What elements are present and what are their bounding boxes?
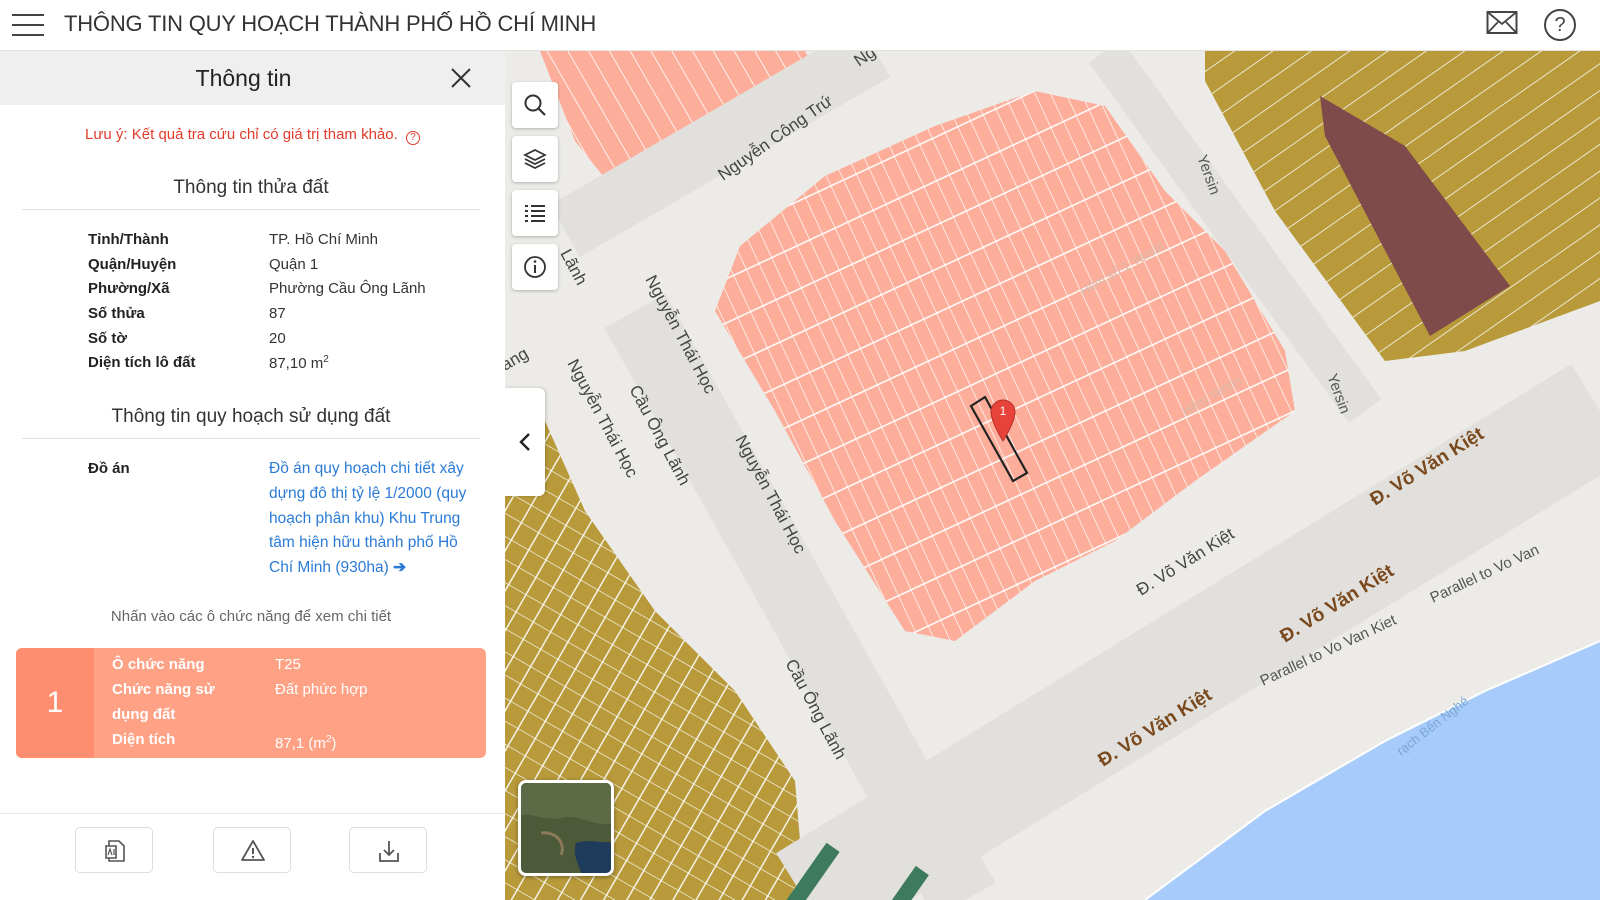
street-label: Yersin — [1193, 153, 1223, 197]
map-labels: Nguyễn Công Trứ Ng Nguyễn Thái Học Nguyễ… — [505, 51, 1542, 771]
function-area-close: ) — [331, 735, 337, 752]
street-label: Đ. Võ Văn Kiệt — [1367, 423, 1489, 510]
divider — [22, 438, 480, 439]
street-label: Đ. Võ Văn Kiệt — [1095, 684, 1217, 771]
location-marker[interactable]: 1 — [989, 398, 1017, 442]
info-panel: Thông tin Lưu ý: Kết quả tra cứu chỉ có … — [0, 51, 505, 900]
function-cell-card[interactable]: 1 Ô chức năng T25 Chức năng sử dụng đất … — [16, 648, 486, 758]
collapse-panel-button[interactable] — [505, 388, 545, 496]
question-circle-icon[interactable]: ? — [405, 131, 420, 145]
menu-icon[interactable] — [12, 12, 44, 38]
ward-value: Phường Cầu Ông Lãnh — [269, 280, 426, 297]
app-title: THÔNG TIN QUY HOẠCH THÀNH PHỐ HỒ CHÍ MIN… — [64, 11, 597, 36]
panel-footer — [0, 813, 505, 900]
pdf-file-icon — [105, 840, 125, 862]
panel-title: Thông tin — [195, 65, 292, 91]
district-value: Quận 1 — [269, 256, 319, 273]
help-button[interactable]: ? — [1544, 9, 1576, 41]
street-label: ang — [505, 344, 532, 375]
info-icon — [524, 256, 546, 278]
map-legend-button[interactable] — [512, 190, 558, 236]
sheet-no-value: 20 — [269, 330, 286, 347]
use-label-line2: dụng đất — [112, 706, 176, 723]
divider — [22, 209, 480, 210]
alley-label: Hẻm Yersin — [1179, 372, 1244, 418]
function-area-label: Diện tích — [112, 731, 176, 748]
province-value: TP. Hồ Chí Minh — [269, 231, 378, 248]
disclaimer-text: Lưu ý: Kết quả tra cứu chỉ có giá trị th… — [85, 126, 398, 143]
project-line: Chí Minh (930ha) ➔ — [269, 556, 479, 581]
warning-icon — [241, 840, 265, 861]
street-label: Nguyễn Thái Học — [641, 272, 720, 397]
map-layers-button[interactable] — [512, 136, 558, 182]
function-area-value: 87,1 (m2) — [275, 728, 336, 757]
project-line: hoạch phân khu) Khu Trung — [269, 509, 461, 527]
street-label: Nguyễn Thái Học — [563, 356, 642, 481]
project-line-end: Chí Minh (930ha) — [269, 559, 389, 577]
project-line: tâm hiện hữu thành phố Hồ — [269, 534, 458, 552]
area-unit-sup: 2 — [323, 354, 329, 365]
project-line: Đồ án quy hoạch chi tiết xây — [269, 460, 464, 477]
satellite-minimap[interactable] — [518, 780, 614, 876]
project-label: Đồ án — [88, 460, 130, 477]
street-label: Parallel to Vo Van — [1428, 541, 1542, 606]
satellite-thumbnail — [521, 783, 611, 873]
street-label: Nguyễn Công Trứ — [714, 91, 836, 184]
close-icon[interactable] — [448, 65, 474, 91]
ward-label: Phường/Xã — [88, 280, 170, 297]
parcel-no-label: Số thửa — [88, 305, 145, 322]
cell-label: Ô chức năng — [112, 656, 205, 673]
cell-value: T25 — [275, 656, 301, 673]
use-label-line1: Chức năng sử — [112, 681, 215, 698]
download-icon — [379, 841, 399, 862]
mail-icon[interactable] — [1486, 10, 1518, 40]
water-label: rạch Bến Nghé — [1394, 693, 1472, 758]
hint-text: Nhấn vào các ô chức năng để xem chi tiết — [110, 608, 392, 625]
province-label: Tỉnh/Thành — [88, 231, 169, 248]
chevron-left-icon — [519, 433, 530, 451]
map-search-button[interactable] — [512, 82, 558, 128]
parcel-section-title: Thông tin thửa đất — [173, 177, 329, 198]
search-icon — [524, 94, 546, 116]
panel-header: Thông tin — [0, 51, 505, 105]
download-button[interactable] — [349, 827, 427, 873]
marker-label: 1 — [999, 404, 1007, 418]
district-label: Quận/Huyện — [88, 256, 177, 273]
street-label: Cầu Ông Lãnh — [781, 656, 850, 763]
area-value: 87,10 m2 — [269, 354, 329, 372]
street-label: Parallel to Vo Van Kiet — [1258, 611, 1400, 689]
street-label: Nguyễn Thái Học — [731, 432, 810, 557]
report-issue-button[interactable] — [213, 827, 291, 873]
area-number: 87,10 m — [269, 355, 324, 372]
layers-icon — [523, 149, 547, 169]
street-label: Lãnh — [556, 246, 591, 288]
planning-project-link[interactable]: Đồ án quy hoạch chi tiết xây dựng đô thị… — [269, 457, 479, 581]
map-canvas[interactable]: Nguyễn Công Trứ Ng Nguyễn Thái Học Nguyễ… — [505, 51, 1600, 900]
map-info-button[interactable] — [512, 244, 558, 290]
street-label: Ng — [850, 51, 879, 70]
function-cell-index: 1 — [16, 648, 94, 758]
parcel-no-value: 87 — [269, 305, 286, 322]
use-value: Đất phức hợp — [275, 681, 368, 698]
street-label: Đ. Võ Văn Kiệt — [1133, 524, 1238, 599]
planning-section-title: Thông tin quy hoạch sử dụng đất — [111, 406, 391, 427]
area-label: Diện tích lô đất — [88, 354, 196, 371]
function-area-number: 87,1 (m — [275, 735, 326, 752]
pdf-export-button[interactable] — [75, 827, 153, 873]
project-line: dựng đô thị tỷ lệ 1/2000 (quy — [269, 484, 467, 502]
alley-label: Hẻm số 1 Yersin — [1077, 238, 1166, 298]
list-icon — [525, 205, 545, 222]
top-bar: THÔNG TIN QUY HOẠCH THÀNH PHỐ HỒ CHÍ MIN… — [0, 0, 1600, 51]
street-label: Yersin — [1323, 372, 1353, 416]
disclaimer-note: Lưu ý: Kết quả tra cứu chỉ có giá trị th… — [0, 126, 505, 145]
sheet-no-label: Số tờ — [88, 330, 127, 347]
arrow-right-icon: ➔ — [393, 559, 407, 577]
